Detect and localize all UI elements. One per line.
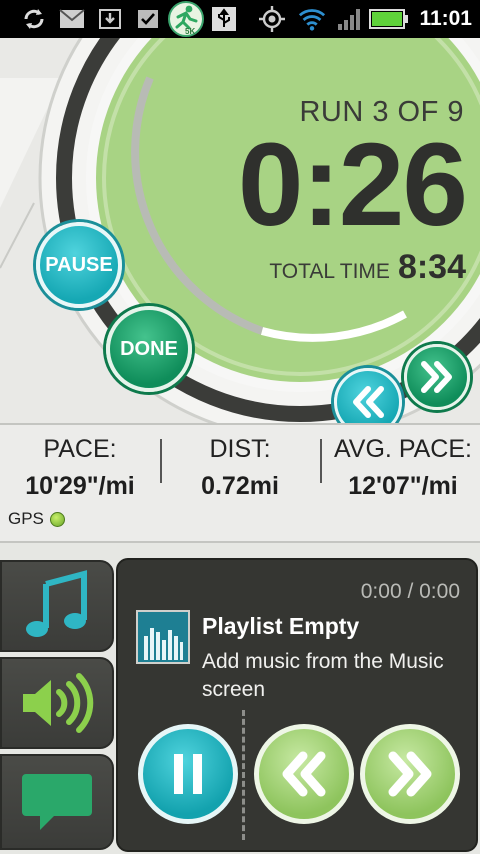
avg-pace-stat: AVG. PACE: 12'07"/mi [330,435,476,501]
market-update-icon [134,5,162,33]
done-button-label: DONE [120,337,178,360]
status-bar: 5K 11:01 [0,0,480,38]
playlist-message: Add music from the Music screen [202,650,444,701]
previous-track-button[interactable] [254,724,354,824]
music-player: 0:00 / 0:00 Playlist Empty Add music fro… [116,558,478,852]
fast-forward-icon [388,751,432,797]
rewind-icon [282,751,326,797]
double-chevron-left-icon [353,386,384,418]
gps-icon [258,5,286,33]
equalizer-icon [144,628,183,660]
volume-button[interactable] [0,657,114,749]
sync-icon [20,5,48,33]
total-time-label: TOTAL TIME [269,260,390,283]
speaker-volume-icon [23,673,94,733]
done-button[interactable]: DONE [106,306,192,392]
status-time: 11:01 [419,7,472,30]
total-time-row: TOTAL TIME 8:34 [269,248,466,287]
signal-icon [336,5,364,33]
next-track-button[interactable] [360,724,460,824]
run-panel: RUN 3 OF 9 0:26 TOTAL TIME 8:34 PAUSE DO… [0,38,480,423]
speech-bubble-icon [22,774,92,830]
play-pause-button[interactable] [138,724,238,824]
app-badge-text: 5K [185,27,195,36]
track-time: 0:00 / 0:00 [360,580,460,603]
music-panel: 0:00 / 0:00 Playlist Empty Add music fro… [0,543,480,854]
elapsed-time: 0:26 [237,119,468,251]
wifi-icon [298,5,326,33]
total-time-value: 8:34 [397,248,466,286]
avg-pace-label: AVG. PACE: [333,435,472,463]
5k-runner-app-icon: 5K [168,1,204,37]
run-stats-panel: PACE: 10'29"/mi DIST: 0.72mi AVG. PACE: … [0,423,480,543]
player-divider [242,710,245,840]
download-icon [96,5,124,33]
pace-label: PACE: [43,435,117,463]
pause-button[interactable]: PAUSE [36,222,122,308]
gps-label: GPS [8,509,44,528]
battery-icon [368,5,410,33]
pace-value: 10'29"/mi [25,472,135,500]
gmail-icon [58,5,86,33]
distance-stat: DIST: 0.72mi [178,435,302,501]
album-art-icon [136,610,190,664]
pause-button-label: PAUSE [45,253,113,276]
music-library-button[interactable] [0,560,114,652]
distance-label: DIST: [209,435,271,463]
stat-divider [320,439,322,483]
gps-status-dot [49,511,65,527]
music-note-icon [26,570,87,637]
gps-indicator: GPS [8,509,65,529]
usb-icon [210,5,238,33]
distance-value: 0.72mi [201,472,279,500]
pause-icon [174,754,202,794]
double-chevron-right-icon [421,361,452,393]
voice-cues-button[interactable] [0,754,114,850]
next-segment-button[interactable] [404,344,470,410]
stat-divider [160,439,162,483]
pace-stat: PACE: 10'29"/mi [14,435,146,501]
playlist-title: Playlist Empty [202,613,360,639]
avg-pace-value: 12'07"/mi [348,472,458,500]
